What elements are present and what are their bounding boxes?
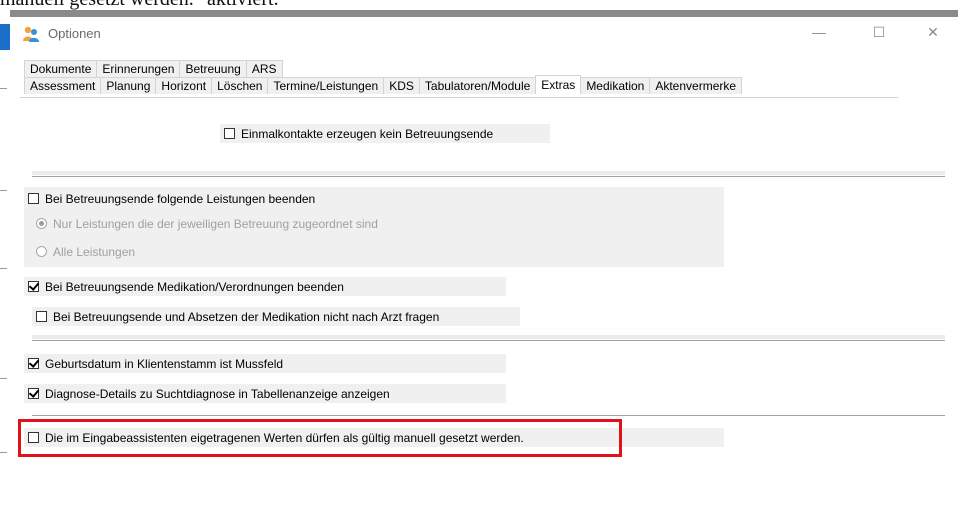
label-alle-leistungen: Alle Leistungen [53, 244, 136, 259]
tab-medikation[interactable]: Medikation [580, 77, 651, 94]
option-diagnose[interactable]: Diagnose-Details zu Suchtdiagnose in Tab… [24, 384, 506, 403]
tab-panel-border [20, 97, 898, 98]
label-geburtsdatum: Geburtsdatum in Klientenstamm ist Mussfe… [45, 356, 284, 371]
separator-line [32, 415, 945, 416]
background-ruler-tick [0, 88, 7, 89]
tab-horizont[interactable]: Horizont [155, 77, 213, 94]
tab-loeschen[interactable]: Löschen [211, 77, 269, 94]
tab-termine-leistungen[interactable]: Termine/Leistungen [267, 77, 385, 94]
minimize-button[interactable]: — [796, 17, 842, 47]
tab-extras[interactable]: Extras [535, 75, 582, 94]
tab-row-2: Assessment Planung Horizont Löschen Term… [24, 75, 743, 94]
tab-betreuung[interactable]: Betreuung [179, 60, 247, 77]
option-radio-nur-leistungen[interactable]: Nur Leistungen die der jeweiligen Betreu… [32, 214, 724, 233]
tab-kds[interactable]: KDS [383, 77, 420, 94]
label-medikation-beenden: Bei Betreuungsende Medikation/Verordnung… [45, 279, 344, 294]
tab-erinnerungen[interactable]: Erinnerungen [96, 60, 181, 77]
separator-line [32, 340, 945, 341]
option-leistungen-beenden[interactable]: Bei Betreuungsende folgende Leistungen b… [24, 189, 724, 208]
checkbox-medikation-beenden[interactable] [28, 281, 39, 292]
background-document-text: manuell gesetzt werden." aktiviert. [0, 0, 279, 10]
checkbox-einmalkontakte[interactable] [224, 128, 235, 139]
option-geburtsdatum[interactable]: Geburtsdatum in Klientenstamm ist Mussfe… [24, 354, 506, 373]
background-ruler-tick [0, 190, 7, 191]
background-selection-marker [0, 24, 10, 50]
highlight-annotation-box [18, 419, 622, 457]
label-leistungen-beenden: Bei Betreuungsende folgende Leistungen b… [45, 191, 316, 206]
tab-tabulatoren-module[interactable]: Tabulatoren/Module [418, 77, 537, 94]
title-bar[interactable]: Optionen — ☐ ✕ [10, 17, 958, 49]
background-ruler-tick [0, 378, 7, 379]
checkbox-arzt-fragen[interactable] [36, 311, 47, 322]
tab-ars[interactable]: ARS [245, 60, 283, 77]
tab-row-1: Dokumente Erinnerungen Betreuung ARS [24, 60, 283, 77]
separator-band [32, 335, 945, 339]
tab-aktenvermerke[interactable]: Aktenvermerke [649, 77, 743, 94]
close-button[interactable]: ✕ [910, 17, 956, 47]
maximize-button[interactable]: ☐ [856, 17, 902, 47]
radio-nur-leistungen[interactable] [36, 218, 47, 229]
checkbox-leistungen-beenden[interactable] [28, 193, 39, 204]
app-people-icon [22, 26, 40, 42]
radio-alle-leistungen[interactable] [36, 246, 47, 257]
label-arzt-fragen: Bei Betreuungsende und Absetzen der Medi… [53, 309, 440, 324]
label-diagnose: Diagnose-Details zu Suchtdiagnose in Tab… [45, 386, 390, 401]
tab-assessment[interactable]: Assessment [24, 77, 102, 94]
checkbox-diagnose[interactable] [28, 388, 39, 399]
option-medikation-beenden[interactable]: Bei Betreuungsende Medikation/Verordnung… [24, 277, 506, 296]
checkbox-geburtsdatum[interactable] [28, 358, 39, 369]
tab-dokumente[interactable]: Dokumente [24, 60, 98, 77]
background-ruler-tick [0, 452, 7, 453]
label-einmalkontakte: Einmalkontakte erzeugen kein Betreuungse… [241, 126, 494, 141]
option-einmalkontakte[interactable]: Einmalkontakte erzeugen kein Betreuungse… [220, 124, 550, 143]
window-title: Optionen [48, 26, 101, 41]
option-radio-alle-leistungen[interactable]: Alle Leistungen [32, 242, 724, 261]
label-nur-leistungen: Nur Leistungen die der jeweiligen Betreu… [53, 216, 378, 231]
option-arzt-fragen[interactable]: Bei Betreuungsende und Absetzen der Medi… [32, 307, 520, 326]
options-dialog: Optionen — ☐ ✕ Dokumente Erinnerungen Be… [10, 10, 958, 508]
background-ruler-tick [0, 268, 7, 269]
separator-band [32, 171, 945, 175]
tab-planung[interactable]: Planung [100, 77, 157, 94]
separator-line [32, 176, 945, 177]
